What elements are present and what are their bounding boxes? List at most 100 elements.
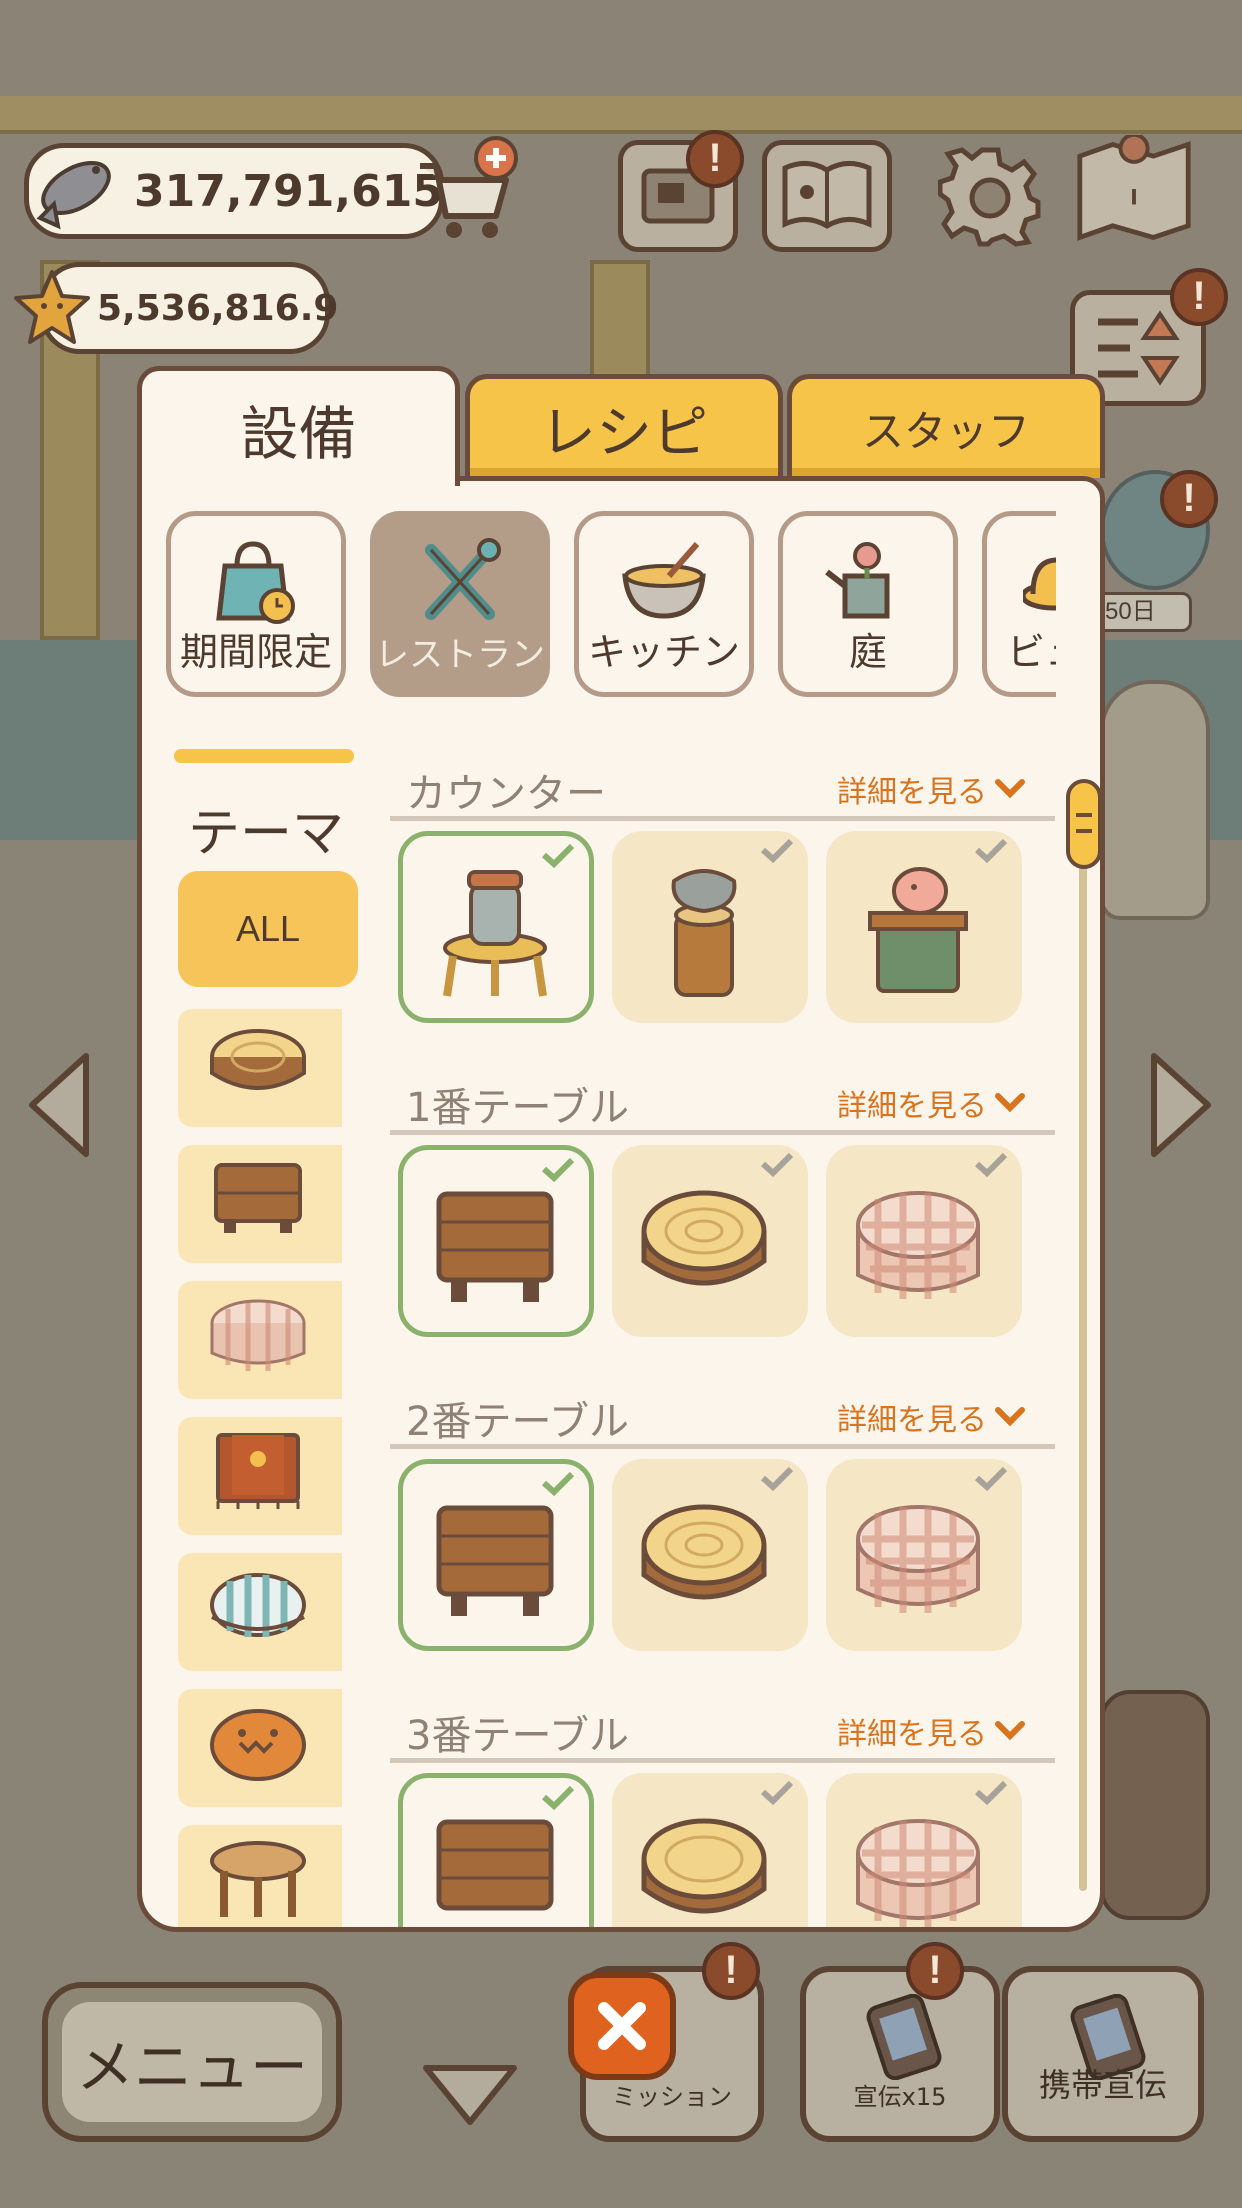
ad-x15-button[interactable]: 宣伝x15 [800,1966,1000,2142]
cat-character [1100,680,1210,920]
item-wood-table[interactable] [398,1773,594,1927]
section-counter-title: カウンター [406,771,606,817]
wood-table-icon [214,1163,302,1233]
gingham-table-icon [856,1819,980,1927]
category-limited-label: 期間限定 [179,630,332,674]
item-jar-stool-counter[interactable] [398,831,594,1023]
catalog-book-button[interactable] [762,140,892,252]
wood-table-icon [436,1191,554,1302]
item-stump-table[interactable] [612,1459,808,1651]
section-counter-header: カウンター 詳細を見る [390,751,1055,821]
section-table3-header: 3番テーブル 詳細を見る [390,1693,1055,1763]
mission-button-label: ミッション [612,2083,732,2111]
tab-recipe[interactable]: レシピ [465,374,783,478]
scrollbar-track[interactable] [1079,781,1087,1891]
mail-alert-badge: ! [686,130,744,188]
item-wood-table[interactable] [398,1145,594,1337]
section-counter-detail-link[interactable]: 詳細を見る [837,767,1025,811]
detail-label: 詳細を見る [837,1717,987,1752]
category-kitchen-label: キッチン [587,630,740,674]
mobile-ad-button[interactable]: 携帯宣伝 [1002,1966,1204,2142]
category-kitchen[interactable]: キッチン [574,511,754,697]
category-garden-label: 庭 [848,630,887,674]
day-counter: 50日 [1092,592,1192,632]
category-limited[interactable]: 期間限定 [166,511,346,697]
scrollbar-thumb[interactable] [1066,779,1100,869]
hat-icon [1023,557,1056,611]
watering-can-icon [825,542,890,619]
mixing-bowl-icon [622,542,706,619]
star-icon [14,270,90,344]
chevron-down-icon [995,1407,1025,1427]
close-icon [598,2002,646,2050]
item-stump-table[interactable] [612,1145,808,1337]
category-restaurant[interactable]: レストラン [370,511,550,697]
section-table3-detail-link[interactable]: 詳細を見る [837,1709,1025,1753]
star-currency-value: 5,536,816.9 [97,287,339,329]
category-beauty-label: ビュ [1007,630,1056,674]
item-wood-table[interactable] [398,1459,594,1651]
equipment-panel: 期間限定 レストラン キッチン 庭 ビ テーマ ALL カウンター 詳細を見る … [137,476,1105,1932]
tab-equipment[interactable]: 設備 [137,366,460,486]
theme-item-round-stool[interactable] [178,1825,342,1927]
item-piggy-bank-counter[interactable] [826,831,1022,1023]
stump-table-icon [641,1190,767,1286]
category-garden[interactable]: 庭 [778,511,958,697]
item-gingham-table[interactable] [826,1773,1022,1927]
round-stool-icon [210,1841,306,1917]
next-arrow-icon[interactable] [1146,1050,1216,1160]
item-stump-counter[interactable] [612,831,808,1023]
jar-stool-counter-icon [443,870,547,997]
mission-alert-badge: ! [702,1942,760,2000]
menu-button-label: メニュー [75,2033,308,2101]
item-gingham-table[interactable] [826,1459,1022,1651]
fish-icon [36,161,111,230]
chevron-down-icon [995,1093,1025,1113]
detail-label: 詳細を見る [837,775,987,810]
detail-label: 詳細を見る [837,1089,987,1124]
equipment-dialog: 設備 レシピ スタッフ 期間限定 レストラン キッチン 庭 ビ テーマ ALL … [137,366,1105,1932]
stump-counter-icon [671,869,737,997]
item-stump-table[interactable] [612,1773,808,1927]
tab-staff-label: スタッフ [861,407,1030,456]
limited-bag-icon [216,541,295,624]
mobile-ad-label: 携帯宣伝 [1038,2066,1167,2104]
paw-rug-table-icon [216,1433,300,1509]
close-dialog-button[interactable] [568,1972,676,2080]
theme-title: テーマ [187,804,344,864]
theme-item-gingham[interactable] [178,1281,342,1399]
map-icon [1077,135,1191,241]
map-button[interactable] [1074,134,1194,246]
theme-all-label: ALL [235,908,301,949]
tab-staff[interactable]: スタッフ [787,374,1105,478]
section-table1-detail-link[interactable]: 詳細を見る [837,1081,1025,1125]
plant-alert-badge: ! [1160,470,1218,528]
tab-recipe-label: レシピ [540,401,708,466]
item-gingham-table[interactable] [826,1145,1022,1337]
piggy-bank-counter-icon [868,867,968,993]
ad-alert-badge: ! [906,1942,964,2000]
theme-all-button[interactable]: ALL [178,871,358,987]
chevron-down-icon [995,1721,1025,1741]
ad-x15-label: 宣伝x15 [853,2083,947,2111]
previous-arrow-icon[interactable] [24,1050,94,1160]
category-row[interactable]: 期間限定 レストラン キッチン 庭 ビ [166,511,1056,701]
settings-button[interactable] [930,140,1050,252]
section-table2-title: 2番テーブル [406,1399,630,1445]
theme-item-pumpkin[interactable] [178,1689,342,1807]
menu-button[interactable]: メニュー [42,1982,342,2142]
pumpkin-table-icon [210,1709,306,1781]
ceiling-beam [0,96,1242,134]
gingham-table-icon [856,1191,980,1299]
theme-item-striped[interactable] [178,1553,342,1671]
stump-table-icon [641,1818,767,1914]
theme-item-wood[interactable] [178,1145,342,1263]
category-beauty[interactable]: ビュ [982,511,1056,697]
theme-item-stump[interactable] [178,1009,342,1127]
restaurant-tools-icon [425,538,501,620]
shop-cart-plus-icon[interactable] [412,136,522,246]
wood-table-icon [436,1505,554,1616]
collapse-arrow-icon[interactable] [420,2060,520,2130]
theme-item-paw-rug[interactable] [178,1417,342,1535]
section-table2-detail-link[interactable]: 詳細を見る [837,1395,1025,1439]
